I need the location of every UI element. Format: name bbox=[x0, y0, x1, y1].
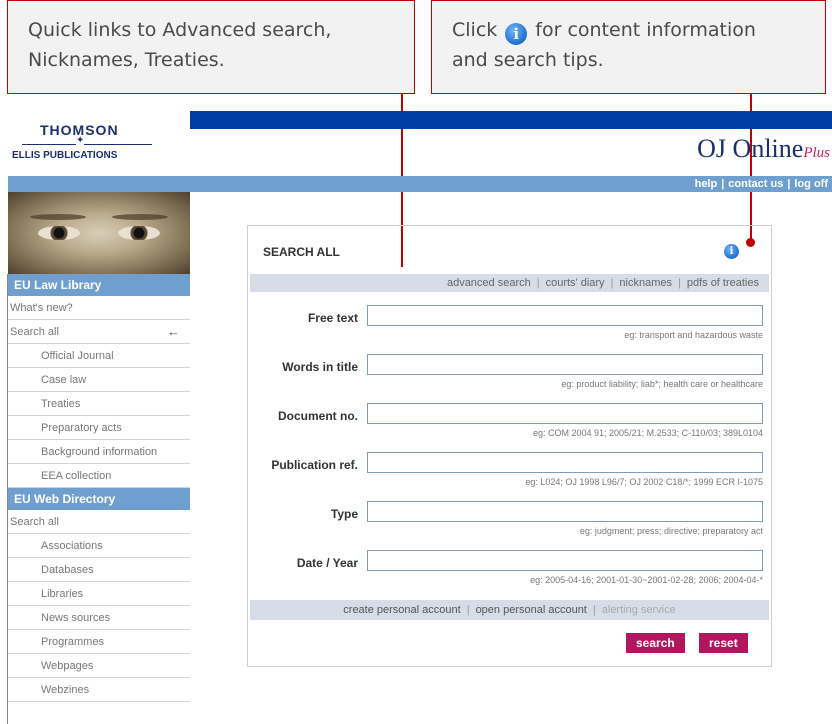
sidebar-item-webzines[interactable]: Webzines bbox=[8, 678, 190, 702]
sidebar-item-label: Treaties bbox=[41, 398, 81, 410]
search-panel: SEARCH ALL i advanced search | courts' dia… bbox=[247, 225, 772, 667]
sidebar-item-label: Official Journal bbox=[41, 350, 114, 362]
sidebar-item-case-law[interactable]: Case law bbox=[8, 368, 190, 392]
sidebar-section-eu-web-directory[interactable]: EU Web Directory bbox=[8, 488, 190, 510]
open-account-link[interactable]: open personal account bbox=[476, 604, 587, 616]
page-title: SEARCH ALL bbox=[263, 245, 340, 259]
sidebar-item-search-all[interactable]: Search all ← bbox=[8, 320, 190, 344]
sidebar-item-databases[interactable]: Databases bbox=[8, 558, 190, 582]
logo-ellis-text: ELLIS PUBLICATIONS bbox=[12, 150, 118, 161]
active-arrow-icon: ← bbox=[167, 324, 180, 339]
sidebar-item-label: Search all bbox=[10, 516, 59, 528]
free-text-input[interactable] bbox=[367, 305, 763, 326]
sidebar-item-label: Webzines bbox=[41, 684, 90, 696]
header-eyes-image bbox=[8, 192, 190, 274]
sidebar-item-label: Search all bbox=[10, 326, 59, 338]
date-year-input[interactable] bbox=[367, 550, 763, 571]
document-no-input[interactable] bbox=[367, 403, 763, 424]
brand-name: OJ Online bbox=[697, 134, 804, 163]
sidebar-item-label: Programmes bbox=[41, 636, 104, 648]
callout-quick-links: Quick links to Advanced search, Nickname… bbox=[7, 0, 415, 94]
callout-info-suffix: for content information bbox=[535, 19, 756, 41]
contact-us-link[interactable]: contact us bbox=[728, 178, 783, 190]
free-text-label: Free text bbox=[307, 311, 358, 325]
sidebar-item-webpages[interactable]: Webpages bbox=[8, 654, 190, 678]
sidebar-item-label: What's new? bbox=[10, 302, 73, 314]
date-year-hint: eg: 2005-04-16; 2001-01-30~2001-02-28; 2… bbox=[530, 575, 763, 585]
type-input[interactable] bbox=[367, 501, 763, 522]
search-button[interactable]: search bbox=[626, 633, 685, 653]
callout-info: Click i for content information and search… bbox=[431, 0, 826, 94]
help-link[interactable]: help bbox=[695, 178, 718, 190]
sidebar-item-label: Background information bbox=[41, 446, 158, 458]
sidebar-item-label: Case law bbox=[41, 374, 87, 386]
document-no-hint: eg: COM 2004 91; 2005/21; M.2533; C-110/… bbox=[533, 428, 763, 438]
document-no-label: Document no. bbox=[278, 409, 358, 423]
publication-ref-hint: eg: L024; OJ 1998 L96/7; OJ 2002 C18/*; … bbox=[525, 477, 763, 487]
sidebar-item-label: Webpages bbox=[41, 660, 94, 672]
sidebar-item-programmes[interactable]: Programmes bbox=[8, 630, 190, 654]
sidebar-item-whats-new[interactable]: What's new? bbox=[8, 296, 190, 320]
top-links: help | contact us | log off bbox=[694, 178, 828, 190]
words-in-title-label: Words in title bbox=[282, 360, 358, 374]
pdfs-of-treaties-link[interactable]: pdfs of treaties bbox=[687, 277, 759, 289]
words-in-title-input[interactable] bbox=[367, 354, 763, 375]
sidebar-item-eea-collection[interactable]: EEA collection bbox=[8, 464, 190, 488]
create-account-link[interactable]: create personal account bbox=[343, 604, 460, 616]
sidebar-item-label: Databases bbox=[41, 564, 94, 576]
callout-info-line2: and search tips. bbox=[452, 49, 604, 71]
callout-info-prefix: Click bbox=[452, 19, 498, 41]
type-hint: eg: judgment; press; directive; preparat… bbox=[579, 526, 763, 536]
reset-button[interactable]: reset bbox=[699, 633, 748, 653]
sidebar-item-label: Associations bbox=[41, 540, 103, 552]
sidebar-item-news-sources[interactable]: News sources bbox=[8, 606, 190, 630]
logo-rule bbox=[22, 135, 152, 148]
alerting-service-link: alerting service bbox=[601, 604, 676, 616]
words-in-title-hint: eg: product liability; liab*; health car… bbox=[561, 379, 763, 389]
type-label: Type bbox=[330, 507, 358, 521]
sidebar-item-background-information[interactable]: Background information bbox=[8, 440, 190, 464]
sidebar-section-eu-law-library[interactable]: EU Law Library bbox=[8, 274, 190, 296]
sidebar-item-treaties[interactable]: Treaties bbox=[8, 392, 190, 416]
callout-quick-links-line1: Quick links to Advanced search, bbox=[28, 19, 332, 41]
sidebar-item-libraries[interactable]: Libraries bbox=[8, 582, 190, 606]
account-links-bar: create personal account | open personal ac… bbox=[250, 600, 769, 620]
sidebar: EU Law Library What's new? Search all ← O… bbox=[8, 274, 190, 702]
header-bar bbox=[190, 111, 832, 129]
sidebar-item-label: EEA collection bbox=[41, 470, 112, 482]
sidebar-item-web-search-all[interactable]: Search all bbox=[8, 510, 190, 534]
publication-ref-label: Publication ref. bbox=[271, 458, 358, 472]
quick-links-bar: advanced search | courts' diary | nicknames |… bbox=[250, 274, 769, 292]
nicknames-link[interactable]: nicknames bbox=[619, 277, 672, 289]
free-text-hint: eg: transport and hazardous waste bbox=[624, 330, 763, 340]
sidebar-item-label: News sources bbox=[41, 612, 111, 624]
sidebar-item-label: Preparatory acts bbox=[41, 422, 122, 434]
publication-ref-input[interactable] bbox=[367, 452, 763, 473]
info-icon: i bbox=[505, 23, 528, 45]
sidebar-item-associations[interactable]: Associations bbox=[8, 534, 190, 558]
sidebar-item-official-journal[interactable]: Official Journal bbox=[8, 344, 190, 368]
callout-info-line1: Click i for content information bbox=[452, 15, 825, 45]
thomson-logo[interactable]: THOMSON ELLIS PUBLICATIONS bbox=[12, 122, 182, 161]
brand-title: OJ OnlinePlus bbox=[697, 134, 830, 164]
logo-thomson-text: THOMSON bbox=[40, 122, 119, 138]
sidebar-item-preparatory-acts[interactable]: Preparatory acts bbox=[8, 416, 190, 440]
date-year-label: Date / Year bbox=[296, 556, 358, 570]
info-icon[interactable]: i bbox=[724, 244, 739, 259]
courts-diary-link[interactable]: courts' diary bbox=[546, 277, 605, 289]
callout-quick-links-line2: Nicknames, Treaties. bbox=[28, 49, 225, 71]
advanced-search-link[interactable]: advanced search bbox=[447, 277, 531, 289]
brand-plus: Plus bbox=[803, 145, 830, 161]
sidebar-item-label: Libraries bbox=[41, 588, 84, 600]
log-off-link[interactable]: log off bbox=[794, 178, 828, 190]
